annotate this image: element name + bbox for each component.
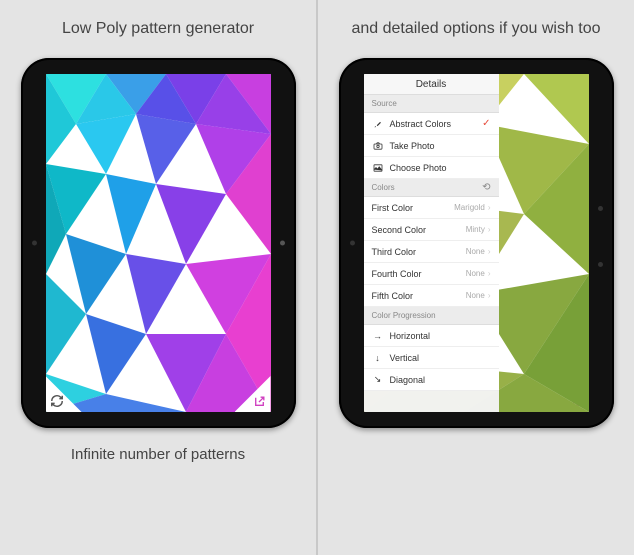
refresh-icon xyxy=(50,394,64,408)
left-title: Low Poly pattern generator xyxy=(62,20,254,38)
color-fourth[interactable]: Fourth Color None › xyxy=(364,263,499,285)
chevron-right-icon: › xyxy=(488,291,491,300)
right-panel: and detailed options if you wish too xyxy=(318,0,634,555)
low-poly-pattern xyxy=(46,74,271,412)
section-label: Source xyxy=(372,99,397,108)
arrow-down-icon: ↓ xyxy=(372,353,384,363)
photo-icon xyxy=(372,163,384,173)
shuffle-icon[interactable]: ⟲ xyxy=(482,182,490,193)
progression-horizontal[interactable]: → Horizontal xyxy=(364,325,499,347)
tablet-right: Details Source Abstract Colors ✓ Take Ph… xyxy=(339,58,614,428)
progression-diagonal[interactable]: ↘ Diagonal xyxy=(364,369,499,391)
arrow-diagonal-icon: ↘ xyxy=(372,375,384,385)
chevron-right-icon: › xyxy=(488,225,491,234)
right-title: and detailed options if you wish too xyxy=(351,20,600,38)
brush-icon xyxy=(372,119,384,129)
color-fifth[interactable]: Fifth Color None › xyxy=(364,285,499,307)
source-take-photo[interactable]: Take Photo xyxy=(364,135,499,157)
check-icon: ✓ xyxy=(482,118,490,129)
tablet-left xyxy=(21,58,296,428)
chevron-right-icon: › xyxy=(488,203,491,212)
progression-vertical[interactable]: ↓ Vertical xyxy=(364,347,499,369)
color-first[interactable]: First Color Marigold › xyxy=(364,197,499,219)
source-choose-photo[interactable]: Choose Photo xyxy=(364,157,499,179)
color-third[interactable]: Third Color None › xyxy=(364,241,499,263)
screen-left xyxy=(46,74,271,412)
chevron-right-icon: › xyxy=(488,247,491,256)
screen-right: Details Source Abstract Colors ✓ Take Ph… xyxy=(364,74,589,412)
section-progression-header: Color Progression xyxy=(364,307,499,325)
right-footer xyxy=(474,446,478,463)
chevron-right-icon: › xyxy=(488,269,491,278)
section-label: Color Progression xyxy=(372,311,436,320)
section-label: Colors xyxy=(372,183,395,192)
arrow-right-icon: → xyxy=(372,331,384,341)
left-panel: Low Poly pattern generator xyxy=(0,0,318,555)
left-footer: Infinite number of patterns xyxy=(71,446,245,463)
share-icon xyxy=(253,395,266,408)
section-source-header: Source xyxy=(364,95,499,113)
color-second[interactable]: Second Color Minty › xyxy=(364,219,499,241)
details-panel: Details Source Abstract Colors ✓ Take Ph… xyxy=(364,74,499,412)
camera-icon xyxy=(372,141,384,151)
details-header: Details xyxy=(364,74,499,95)
section-colors-header: Colors ⟲ xyxy=(364,179,499,197)
source-abstract-colors[interactable]: Abstract Colors ✓ xyxy=(364,113,499,135)
